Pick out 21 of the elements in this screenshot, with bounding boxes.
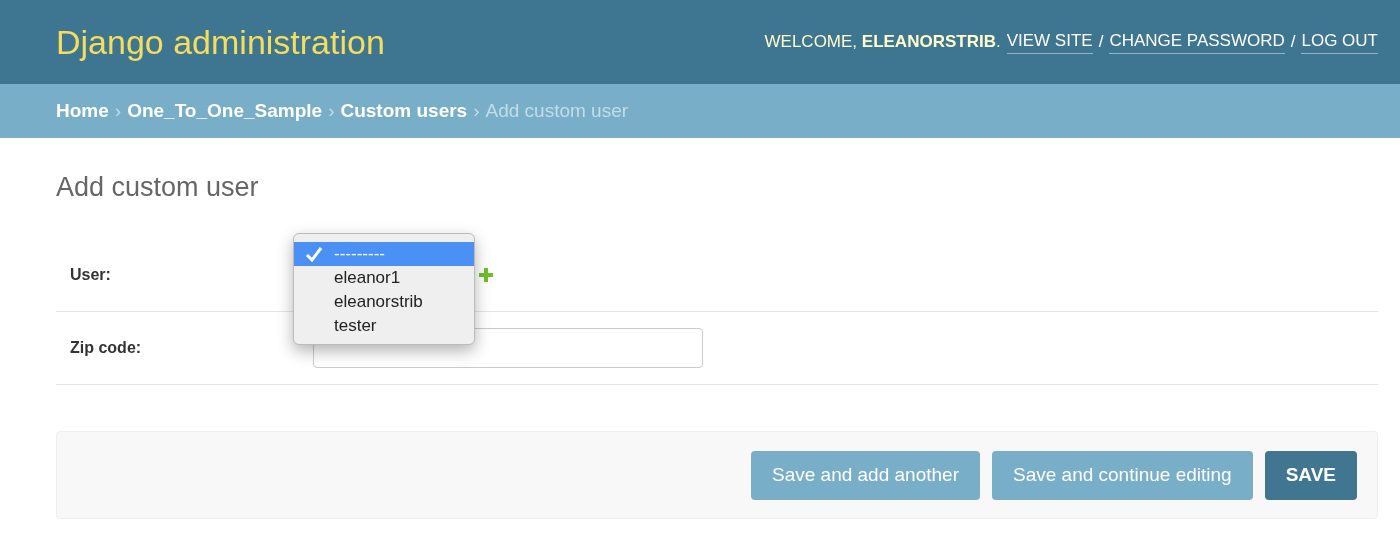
dropdown-option[interactable]: --------- — [294, 242, 474, 266]
check-icon — [305, 246, 323, 262]
header-link[interactable]: CHANGE PASSWORD — [1109, 30, 1285, 54]
welcome-text: WELCOME, ELEANORSTRIB. — [764, 32, 1001, 52]
dropdown-option[interactable]: eleanor1 — [294, 266, 474, 290]
add-icon[interactable] — [479, 268, 493, 282]
breadcrumb-separator: › — [328, 100, 335, 122]
field-label: Zip code: — [69, 339, 143, 357]
separator: / — [1098, 32, 1104, 52]
breadcrumb-separator: › — [114, 100, 122, 122]
dropdown-option[interactable]: eleanorstrib — [294, 290, 474, 314]
separator: / — [1290, 32, 1296, 52]
page-title: Add custom user — [56, 172, 260, 203]
field-label: User: — [69, 266, 112, 284]
header-link[interactable]: VIEW SITE — [1006, 30, 1093, 54]
save-button[interactable]: SAVE — [1264, 450, 1357, 500]
site-title: Django administration — [56, 22, 385, 62]
breadcrumb-separator: › — [473, 100, 480, 122]
header-link[interactable]: LOG OUT — [1301, 30, 1378, 54]
current-page-label: Add custom user — [485, 100, 629, 122]
dropdown-option[interactable]: tester — [294, 314, 474, 338]
